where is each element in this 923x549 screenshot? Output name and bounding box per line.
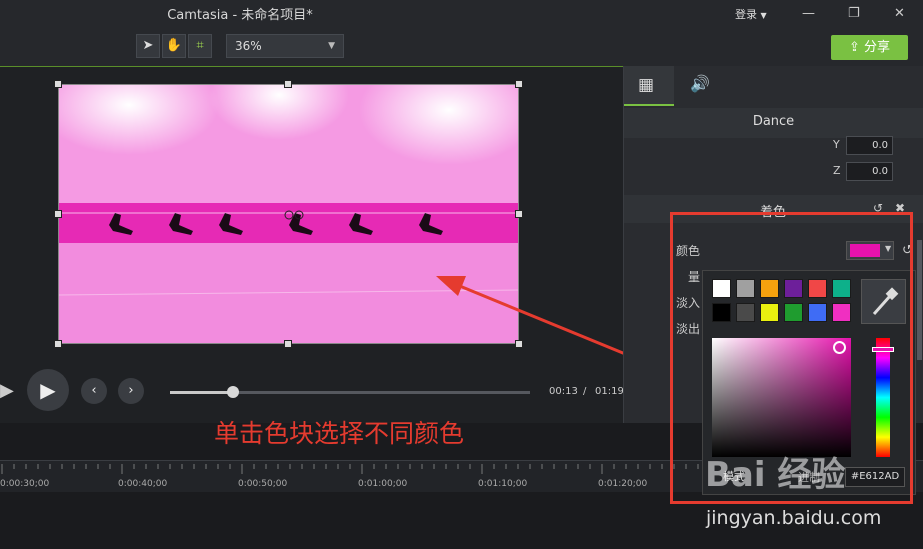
total-time: 01:19 <box>595 386 624 397</box>
speaker-icon: 🔊 <box>690 74 710 93</box>
tick-label: 0:00:30;00 <box>0 479 50 489</box>
watermark-url: jingyan.baidu.com <box>706 507 882 529</box>
z-input[interactable]: 0.0 <box>846 162 893 181</box>
tab-visual-properties[interactable]: ▦ <box>624 66 674 106</box>
minimize-icon: — <box>802 6 815 21</box>
login-label: 登录 <box>735 8 757 21</box>
previous-frame-button[interactable]: ▶ <box>0 380 14 401</box>
resize-handle[interactable] <box>54 80 62 88</box>
time-separator: / <box>583 386 587 397</box>
play-icon: ▶ <box>40 378 56 402</box>
hand-tool-button[interactable]: ✋ <box>162 34 186 58</box>
play-button[interactable]: ▶ <box>27 369 69 411</box>
zoom-value: 36% <box>235 39 262 53</box>
tick-label: 0:01:00;00 <box>358 479 408 489</box>
zoom-select[interactable]: 36% ▼ <box>226 34 344 58</box>
share-button[interactable]: ⇪ 分享 <box>831 35 908 60</box>
current-time: 00:13 <box>549 386 578 397</box>
play-back-icon: ▶ <box>0 380 14 401</box>
share-icon: ⇪ <box>848 40 860 55</box>
hand-icon: ✋ <box>165 38 183 53</box>
baidu-watermark-logo: Bai 经验 <box>705 455 846 495</box>
progress-knob[interactable] <box>227 386 239 398</box>
next-marker-button[interactable]: › <box>118 378 144 404</box>
resize-handle[interactable] <box>284 80 292 88</box>
z-label: Z <box>833 164 841 177</box>
panel-scrollbar[interactable] <box>917 240 922 360</box>
film-icon: ▦ <box>638 75 655 95</box>
resize-handle[interactable] <box>515 210 523 218</box>
y-label: Y <box>833 138 840 151</box>
crop-icon: ⌗ <box>196 38 204 53</box>
window-title: Camtasia - 未命名项目* <box>167 8 313 23</box>
tick-label: 0:01:20;00 <box>598 479 648 489</box>
restore-icon: ❐ <box>848 6 860 21</box>
close-icon: ✕ <box>894 6 905 21</box>
annotation-text: 单击色块选择不同颜色 <box>214 419 465 448</box>
tick-label: 0:01:10;00 <box>478 479 528 489</box>
close-window-button[interactable]: ✕ <box>894 6 905 21</box>
resize-handle[interactable] <box>54 340 62 348</box>
tick-label: 0:00:40;00 <box>118 479 168 489</box>
resize-handle[interactable] <box>515 80 523 88</box>
share-label: 分享 <box>864 40 891 55</box>
arrow-tool-button[interactable]: ➤ <box>136 34 160 58</box>
minimize-button[interactable]: — <box>802 6 815 21</box>
crop-tool-button[interactable]: ⌗ <box>188 34 212 58</box>
clip-name: Dance <box>624 108 923 138</box>
maximize-button[interactable]: ❐ <box>848 6 860 21</box>
arrow-icon: ➤ <box>142 38 154 53</box>
chevron-right-icon: › <box>128 383 134 398</box>
login-button[interactable]: 登录 ▼ <box>735 6 767 22</box>
tab-audio-properties[interactable]: 🔊 <box>676 66 722 106</box>
tick-label: 0:00:50;00 <box>238 479 288 489</box>
resize-handle[interactable] <box>284 340 292 348</box>
chevron-down-icon: ▼ <box>328 41 335 51</box>
y-input[interactable]: 0.0 <box>846 136 893 155</box>
progress-fill <box>170 391 233 394</box>
chevron-down-icon: ▼ <box>760 11 767 20</box>
chevron-left-icon: ‹ <box>91 383 97 398</box>
resize-handle[interactable] <box>54 210 62 218</box>
previous-marker-button[interactable]: ‹ <box>81 378 107 404</box>
